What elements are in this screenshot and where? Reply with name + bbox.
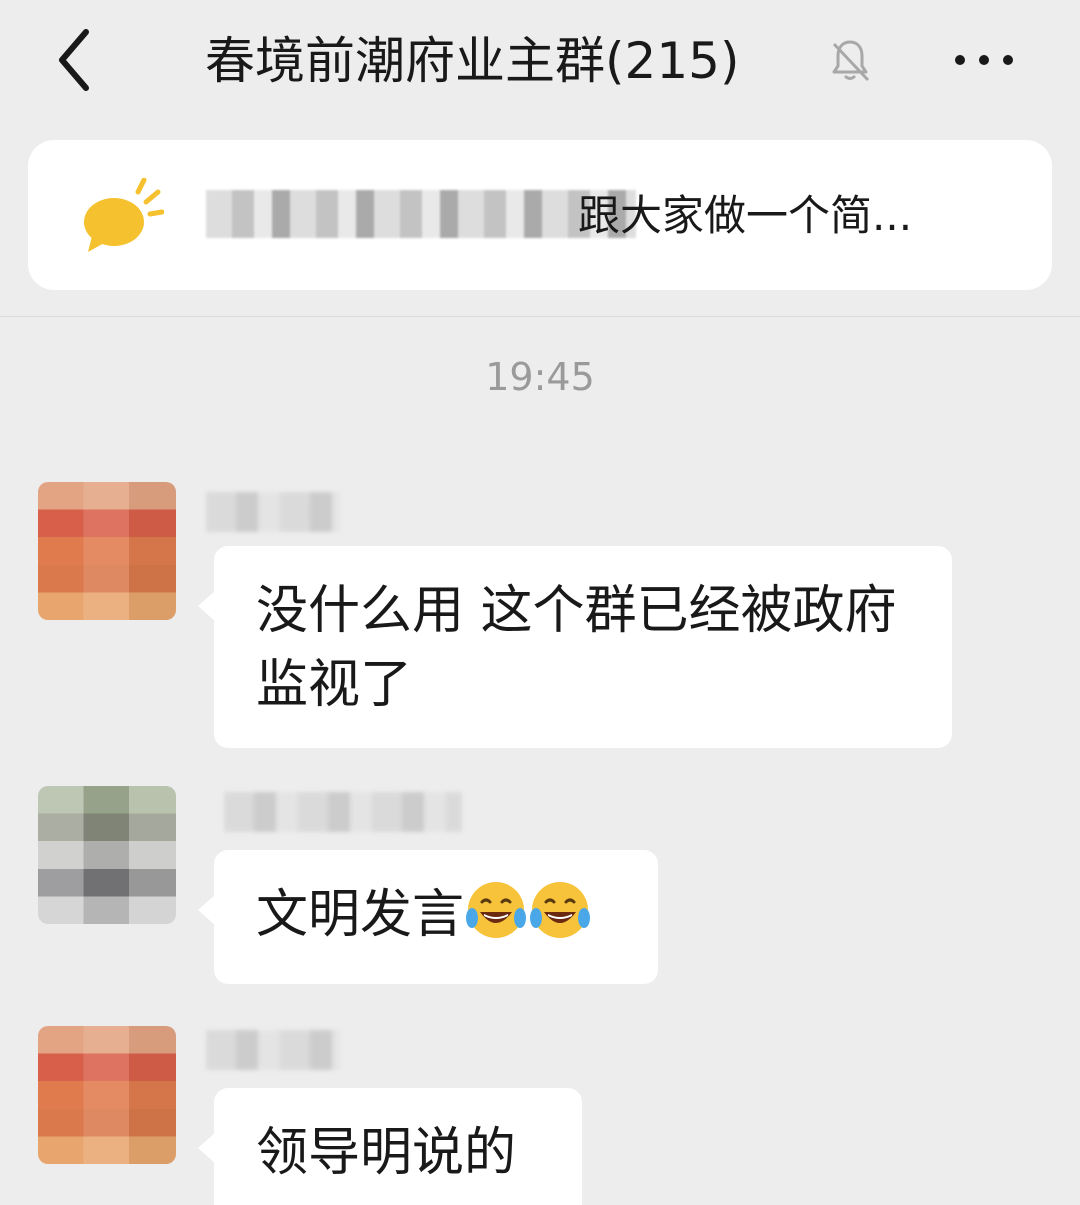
avatar[interactable] [38, 482, 176, 620]
message-timestamp: 19:45 [485, 355, 595, 399]
message-text: 领导明说的 [256, 1123, 517, 1183]
chat-header: 春境前潮府业主群(215) [0, 0, 1080, 120]
chat-bubble-icon [80, 177, 165, 252]
avatar[interactable] [38, 786, 176, 924]
avatar[interactable] [38, 1026, 176, 1164]
message-bubble[interactable]: 文明发言 [198, 850, 658, 984]
message-bubble[interactable]: 没什么用 这个群已经被政府监视了 [198, 546, 952, 748]
bell-off-icon [826, 36, 874, 84]
more-options-button[interactable] [948, 40, 1020, 80]
message-text: 文明发言 [256, 885, 465, 945]
chat-title: 春境前潮府业主群(215) [205, 32, 740, 90]
divider [0, 316, 1080, 317]
message-bubble[interactable]: 领导明说的 [198, 1088, 582, 1205]
pinned-redacted-text [206, 190, 636, 238]
message-text: 没什么用 这个群已经被政府监视了 [256, 581, 897, 715]
back-button[interactable] [48, 24, 108, 96]
face-with-tears-of-joy-icon [528, 878, 592, 942]
sender-name-redacted [206, 1030, 340, 1070]
pinned-text: 跟大家做一个简... [578, 191, 913, 240]
ellipsis-icon [955, 55, 1013, 65]
pinned-announcement[interactable]: 跟大家做一个简... [28, 140, 1052, 290]
sender-name-redacted [206, 492, 340, 532]
face-with-tears-of-joy-icon [464, 878, 528, 942]
sender-name-redacted [224, 792, 462, 832]
chevron-left-icon [59, 29, 89, 91]
